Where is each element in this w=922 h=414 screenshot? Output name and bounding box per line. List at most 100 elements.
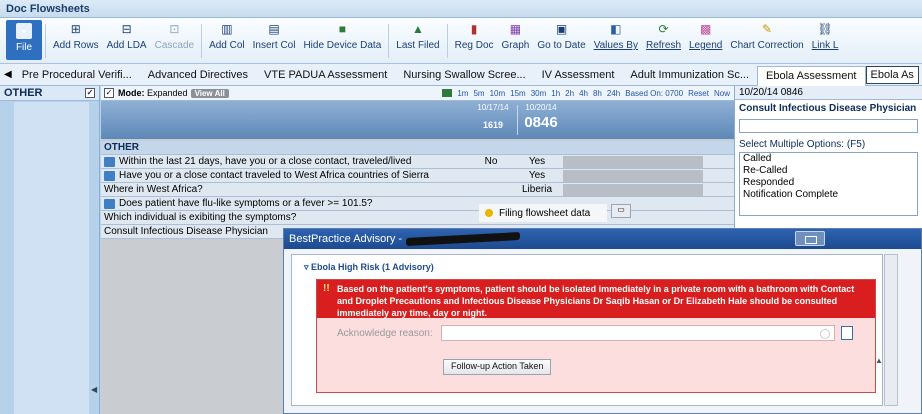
- redacted-patient-name: [406, 232, 521, 246]
- empty-cell[interactable]: [563, 169, 703, 182]
- dialog-title: BestPractice Advisory -: [289, 233, 403, 245]
- filing-status: Filing flowsheet data: [479, 204, 607, 222]
- table-row[interactable]: Which individual is exibiting the sympto…: [101, 211, 734, 225]
- interval-1m[interactable]: 1m: [457, 89, 468, 98]
- interval-10m[interactable]: 10m: [490, 89, 506, 98]
- navigator-section-label[interactable]: OTHER: [4, 87, 43, 99]
- option-list: Called Re-Called Responded Notification …: [739, 152, 918, 216]
- acknowledge-row: Acknowledge reason:: [317, 318, 875, 341]
- refresh-button[interactable]: ⟳ Refresh: [642, 18, 685, 62]
- add-rows-icon: ⊞: [70, 22, 81, 36]
- acknowledge-reason-input[interactable]: [440, 325, 835, 341]
- file-button[interactable]: ▪ File: [6, 20, 42, 60]
- cell-value[interactable]: Yes: [515, 156, 559, 167]
- option-re-called[interactable]: Re-Called: [740, 165, 917, 177]
- interval-15m[interactable]: 15m: [510, 89, 526, 98]
- table-row[interactable]: Where in West Africa? Liberia: [101, 183, 734, 197]
- tab-vte-padua[interactable]: VTE PADUA Assessment: [256, 66, 395, 84]
- option-notification-complete[interactable]: Notification Complete: [740, 189, 917, 201]
- column-10-20[interactable]: 10/20/14 0846: [519, 103, 563, 131]
- add-col-button[interactable]: ▥ Add Col: [205, 18, 249, 62]
- hide-device-icon: ■: [338, 22, 346, 36]
- row-info-icon[interactable]: [104, 198, 115, 209]
- values-by-button[interactable]: ◧ Values By: [590, 18, 642, 62]
- tab-adult-immunization[interactable]: Adult Immunization Sc...: [622, 66, 757, 84]
- chart-correction-icon: ✎: [762, 22, 773, 36]
- column-10-17[interactable]: 10/17/14 1619: [471, 103, 515, 130]
- view-all-button[interactable]: View All: [190, 88, 229, 98]
- graph-button[interactable]: ▦ Graph: [498, 18, 534, 62]
- left-navigator: OTHER ✓ ◀: [0, 86, 100, 414]
- hide-device-data-button[interactable]: ■ Hide Device Data: [299, 18, 385, 62]
- add-lda-button[interactable]: ⊟ Add LDA: [103, 18, 151, 62]
- table-row[interactable]: Have you or a close contact traveled to …: [101, 169, 734, 183]
- table-row[interactable]: Within the last 21 days, have you or a c…: [101, 155, 734, 169]
- interval-24h[interactable]: 24h: [607, 89, 620, 98]
- interval-2h[interactable]: 2h: [565, 89, 574, 98]
- cell-value[interactable]: No: [467, 156, 515, 167]
- cell-value[interactable]: Liberia: [515, 184, 559, 195]
- interval-30m[interactable]: 30m: [531, 89, 547, 98]
- acknowledge-label: Acknowledge reason:: [337, 327, 433, 339]
- interval-4h[interactable]: 4h: [579, 89, 588, 98]
- reg-doc-button[interactable]: ▮ Reg Doc: [451, 18, 498, 62]
- interval-5m[interactable]: 5m: [473, 89, 484, 98]
- link-button[interactable]: ⛓ Link L: [808, 18, 843, 62]
- row-info-icon[interactable]: [104, 156, 115, 167]
- based-on-link[interactable]: Based On: 0700: [625, 89, 683, 98]
- section-row: OTHER: [101, 141, 734, 155]
- tab-ebola-as[interactable]: Ebola As: [865, 65, 919, 84]
- tab-iv-assessment[interactable]: IV Assessment: [534, 66, 623, 84]
- tab-advanced-directives[interactable]: Advanced Directives: [140, 66, 256, 84]
- mode-checkbox[interactable]: ✓: [104, 88, 114, 98]
- window-title: Doc Flowsheets: [0, 0, 922, 18]
- cell-value[interactable]: Yes: [515, 170, 559, 181]
- scroll-up-arrow-icon[interactable]: ▲: [875, 356, 883, 365]
- row-label: Have you or a close contact traveled to …: [119, 170, 429, 181]
- insert-col-icon: ▤: [268, 22, 280, 36]
- legend-button[interactable]: ▩ Legend: [685, 18, 726, 62]
- last-filed-button[interactable]: ▲ Last Filed: [392, 18, 443, 62]
- cascade-button[interactable]: ⊡ Cascade: [151, 18, 198, 62]
- legend-icon: ▩: [700, 22, 712, 36]
- time-interval-bar: 1m 5m 10m 15m 30m 1h 2h 4h 8h 24h Based …: [442, 89, 734, 98]
- document-icon[interactable]: [840, 326, 853, 340]
- table-row[interactable]: Does patient have flu-like symptoms or a…: [101, 197, 734, 211]
- mode-bar: ✓ Mode: Expanded View All 1m 5m 10m 15m …: [101, 86, 734, 101]
- dialog-scrollbar[interactable]: [884, 254, 898, 406]
- option-responded[interactable]: Responded: [740, 177, 917, 189]
- add-rows-button[interactable]: ⊞ Add Rows: [49, 18, 103, 62]
- flowsheet-tabs: ◀ Pre Procedural Verifi... Advanced Dire…: [0, 64, 922, 86]
- collapse-chevron-icon[interactable]: ▿: [304, 262, 311, 272]
- comment-input[interactable]: [739, 119, 918, 133]
- reset-link[interactable]: Reset: [688, 89, 709, 98]
- column-header: 10/17/14 1619 10/20/14 0846: [101, 101, 734, 139]
- insert-col-button[interactable]: ▤ Insert Col: [249, 18, 300, 62]
- values-by-icon: ◧: [610, 22, 622, 36]
- section-label: OTHER: [104, 142, 139, 153]
- row-info-icon[interactable]: [104, 170, 115, 181]
- dialog-title-bar[interactable]: BestPractice Advisory -: [284, 229, 921, 249]
- option-called[interactable]: Called: [740, 153, 917, 165]
- collapse-arrow-icon[interactable]: ◀: [91, 385, 97, 394]
- empty-cell[interactable]: [563, 183, 703, 196]
- tab-pre-procedural[interactable]: Pre Procedural Verifi...: [14, 66, 140, 84]
- interval-8h[interactable]: 8h: [593, 89, 602, 98]
- advisory-group-header[interactable]: ▿ Ebola High Risk (1 Advisory): [292, 255, 882, 273]
- row-label: Within the last 21 days, have you or a c…: [119, 156, 412, 167]
- follow-up-action-button[interactable]: Follow-up Action Taken: [443, 359, 552, 375]
- tab-scroll-left-icon[interactable]: ◀: [4, 69, 12, 80]
- section-checkbox[interactable]: ✓: [85, 88, 95, 98]
- chart-correction-button[interactable]: ✎ Chart Correction: [726, 18, 807, 62]
- now-link[interactable]: Now: [714, 89, 730, 98]
- empty-cell[interactable]: [563, 155, 703, 168]
- go-to-date-button[interactable]: ▣ Go to Date: [533, 18, 589, 62]
- tab-nursing-swallow[interactable]: Nursing Swallow Scree...: [395, 66, 533, 84]
- filing-options-icon[interactable]: ▭: [611, 204, 631, 218]
- tab-ebola-assessment[interactable]: Ebola Assessment: [757, 65, 866, 86]
- editor-row-title: Consult Infectious Disease Physician: [739, 103, 917, 114]
- mode-value[interactable]: Expanded: [147, 88, 188, 98]
- restore-window-icon[interactable]: [795, 231, 825, 246]
- interval-1h[interactable]: 1h: [551, 89, 560, 98]
- mode-label: Mode:: [118, 88, 145, 98]
